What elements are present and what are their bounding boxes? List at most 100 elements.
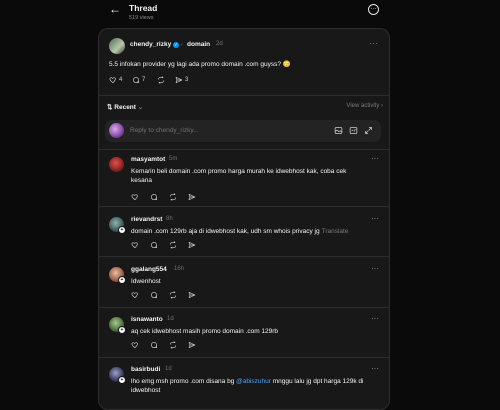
follow-plus-icon[interactable]: + [118,226,126,234]
comment-text-body: domain .com 129rb aja di idwebhost kak, … [131,228,320,235]
comment-time: 5m [169,156,178,162]
comment-item: + rievandrst 8h ··· domain .com 129rb aj… [99,214,389,256]
post-text: 5.5 infokan provider yg lagi ada promo d… [109,61,291,68]
repost-button[interactable] [157,76,165,84]
post-actions: 4 7 3 [109,76,229,86]
sort-dropdown[interactable]: ⇅ Recent ⌄ [107,103,143,111]
comment-text: Idwenhost [131,278,161,285]
heart-icon [109,76,117,84]
view-count: 519 views [129,15,154,21]
heart-icon[interactable] [131,341,139,349]
comment-author[interactable]: rievandrst [131,216,162,223]
more-circle-icon[interactable]: … [368,4,379,15]
comment-time: 16h [174,266,185,272]
comment-icon[interactable] [150,341,158,349]
comment-time: 1d [167,316,174,322]
share-count: 3 [185,77,189,83]
heart-icon[interactable] [131,193,139,201]
post-more-icon[interactable]: ··· [369,39,379,48]
comment-item: masyamtot 5m ··· Kemarin beli domain .co… [99,154,389,206]
like-count: 4 [119,77,123,83]
divider [99,149,389,150]
sort-label: Recent [114,104,136,111]
send-icon[interactable] [188,241,196,249]
follow-plus-icon[interactable]: + [118,376,126,384]
like-button[interactable]: 4 [109,76,122,84]
reply-button[interactable]: 7 [132,76,145,84]
repost-icon[interactable] [169,193,177,201]
verified-badge-icon: ✓ [173,42,179,48]
comment-more-icon[interactable]: ··· [371,154,379,163]
divider [99,307,389,308]
comment-more-icon[interactable]: ··· [371,214,379,223]
send-icon [175,76,183,84]
reply-count: 7 [142,77,146,83]
comment-author[interactable]: isnawanto [131,316,163,323]
thread-panel: chendy_rizky ✓ › domain 2d ··· 5.5 infok… [98,28,390,410]
comment-text: lho emg msh promo .com disana bg @abiszu… [131,377,366,395]
original-post: chendy_rizky ✓ › domain 2d ··· 5.5 infok… [99,29,389,99]
comment-text: Kemarin beli domain .com promo harga mur… [131,168,347,184]
comment-more-icon[interactable]: ··· [371,264,379,273]
comment-author[interactable]: basirbudi [131,366,160,373]
comment-actions [131,341,211,351]
comment-author[interactable]: ggalang554 [131,266,167,273]
top-bar: ← Thread 519 views … [0,0,500,30]
commenter-avatar[interactable] [109,157,124,172]
comment-actions [131,291,211,301]
comment-text: domain .com 129rb aja di idwebhost kak, … [131,227,366,236]
divider [99,206,389,207]
heart-icon[interactable] [131,291,139,299]
comment-icon [132,76,140,84]
composer-tools [334,126,373,135]
comment-time: 1d [165,366,172,372]
comment-icon[interactable] [150,241,158,249]
heart-icon[interactable] [131,241,139,249]
share-button[interactable]: 3 [175,76,188,84]
comment-more-icon[interactable]: ··· [371,314,379,323]
comment-icon[interactable] [150,193,158,201]
comment-more-icon[interactable]: ··· [371,364,379,373]
comment-actions [131,193,211,203]
follow-plus-icon[interactable]: + [118,326,126,334]
comment-text-part: lho emg msh promo .com disana bg [131,378,237,385]
chevron-down-icon: ⌄ [137,104,144,111]
reply-composer[interactable]: Reply to chendy_rizky... [105,120,381,142]
comment-item: + isnawanto 1d ··· aq cek idwebhost masi… [99,314,389,356]
expand-icon[interactable] [364,126,373,135]
post-time: 2d [216,41,223,47]
page-title: Thread [129,3,158,13]
post-author[interactable]: chendy_rizky [130,41,171,48]
comment-icon[interactable] [150,291,158,299]
gif-icon[interactable] [349,126,358,135]
divider [99,357,389,358]
repost-icon[interactable] [169,341,177,349]
comment-item: + ggalang554 16h ··· Idwenhost [99,264,389,306]
sort-bar: ⇅ Recent ⌄ View activity › [107,103,383,113]
translate-link[interactable]: Translate [322,228,349,235]
back-arrow-icon[interactable]: ← [109,3,121,15]
repost-icon[interactable] [169,241,177,249]
repost-icon [157,76,165,84]
reply-input[interactable]: Reply to chendy_rizky... [130,127,199,134]
chevron-right-icon: › [181,42,183,48]
comment-actions [131,241,211,251]
comment-author[interactable]: masyamtot [131,156,165,163]
divider [99,95,389,96]
send-icon[interactable] [188,291,196,299]
view-activity-label: View activity [346,103,380,109]
divider [99,256,389,257]
author-avatar[interactable] [109,38,125,54]
comment-item: + basirbudi 1d ··· lho emg msh promo .co… [99,364,389,406]
repost-icon[interactable] [169,291,177,299]
my-avatar [109,123,124,138]
mention-link[interactable]: @abiszuhur [236,378,271,385]
follow-plus-icon[interactable]: + [118,276,126,284]
post-topic[interactable]: domain [187,41,210,48]
send-icon[interactable] [188,341,196,349]
image-icon[interactable] [334,126,343,135]
comment-text: aq cek idwebhost masih promo domain .com… [131,328,279,335]
comment-time: 8h [166,216,173,222]
send-icon[interactable] [188,193,196,201]
view-activity-link[interactable]: View activity › [346,103,383,109]
